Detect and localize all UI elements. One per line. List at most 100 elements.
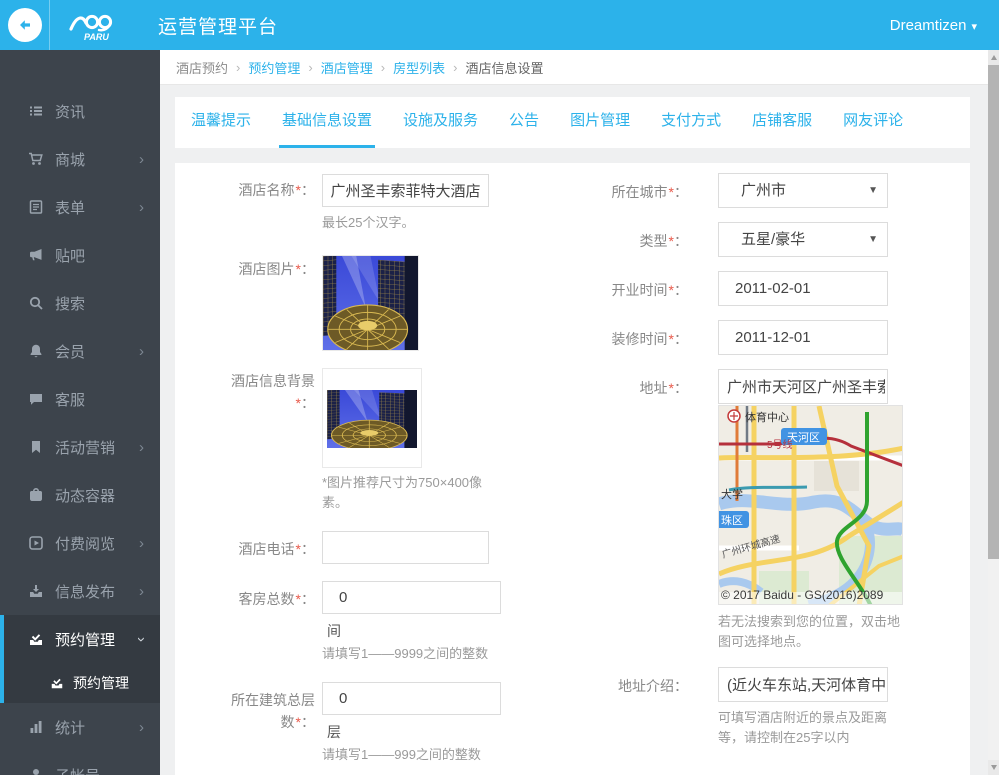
page-scrollbar[interactable] bbox=[988, 50, 999, 775]
address-label: 地址*： bbox=[639, 380, 688, 396]
room-total-unit: 间 bbox=[327, 623, 341, 639]
map-canvas: 体育中心 天河区 5号线 大学 珠区 广州环城高速 bbox=[719, 406, 902, 604]
hotel-photo bbox=[323, 256, 418, 350]
open-date-input[interactable] bbox=[718, 271, 888, 306]
sidebar-item-publish[interactable]: 信息发布 › bbox=[0, 567, 160, 615]
breadcrumb-separator: › bbox=[236, 59, 241, 75]
publish-icon bbox=[30, 585, 42, 597]
floors-hint: 请填写1——999之间的整数 bbox=[322, 747, 481, 762]
tab-bar: 温馨提示 基础信息设置 设施及服务 公告 图片管理 支付方式 店铺客服 网友评论 bbox=[175, 97, 970, 148]
breadcrumb-link-booking-mgmt[interactable]: 预约管理 bbox=[248, 58, 300, 77]
play-icon bbox=[29, 536, 43, 550]
breadcrumb: 酒店预约 › 预约管理 › 酒店管理 › 房型列表 › 酒店信息设置 bbox=[160, 50, 988, 85]
chevron-right-icon: › bbox=[139, 718, 144, 736]
top-header: PARU 运营管理平台 Dreamtizen ▾ bbox=[0, 0, 999, 50]
megaphone-icon bbox=[30, 249, 42, 261]
sidebar-item-forum[interactable]: 贴吧 bbox=[0, 231, 160, 279]
tab-basic-info[interactable]: 基础信息设置 bbox=[279, 97, 376, 148]
floors-label: 所在建筑总层数*： bbox=[231, 692, 315, 730]
chevron-right-icon: › bbox=[139, 534, 144, 552]
chevron-right-icon: › bbox=[139, 582, 144, 600]
container-icon bbox=[30, 488, 42, 501]
select-caret-icon: ▼ bbox=[868, 185, 878, 196]
svg-text:5号线: 5号线 bbox=[767, 438, 793, 451]
breadcrumb-current: 酒店信息设置 bbox=[465, 60, 544, 76]
open-date-label: 开业时间*： bbox=[611, 282, 688, 298]
sidebar-active-group: 预约管理 › 预约管理 bbox=[0, 615, 160, 703]
city-label: 所在城市*： bbox=[611, 184, 688, 200]
breadcrumb-link-hotel-mgmt[interactable]: 酒店管理 bbox=[321, 58, 373, 77]
hotel-name-input[interactable] bbox=[322, 174, 489, 207]
caret-down-icon: ▾ bbox=[971, 20, 977, 33]
sidebar-item-subaccount[interactable]: 子帐号 bbox=[0, 751, 160, 775]
hotel-name-hint: 最长25个汉字。 bbox=[322, 215, 415, 230]
svg-text:大学: 大学 bbox=[721, 487, 743, 501]
breadcrumb-separator: › bbox=[380, 59, 386, 75]
address-intro-label: 地址介绍： bbox=[618, 678, 688, 694]
svg-text:体育中心: 体育中心 bbox=[745, 410, 789, 424]
user-account-menu[interactable]: Dreamtizen ▾ bbox=[890, 17, 977, 34]
sidebar-item-service[interactable]: 客服 bbox=[0, 375, 160, 423]
app-logo: PARU 运营管理平台 bbox=[66, 7, 278, 43]
form-icon bbox=[29, 200, 43, 214]
sidebar-nav: 资讯 商城 › 表单 › 贴吧 搜索 会员 › 客服 活动营销 › 动态容器 付… bbox=[0, 50, 160, 775]
back-arrow-icon bbox=[7, 8, 42, 42]
sidebar-subitem-booking[interactable]: 预约管理 bbox=[4, 663, 160, 703]
hotel-image-thumbnail[interactable] bbox=[322, 255, 419, 351]
stats-icon bbox=[30, 721, 42, 733]
room-total-hint: 请填写1——9999之间的整数 bbox=[322, 646, 489, 661]
address-intro-input[interactable] bbox=[718, 667, 888, 702]
breadcrumb-separator: › bbox=[453, 59, 458, 75]
image-size-hint: *图片推荐尺寸为750×400像素。 bbox=[322, 475, 483, 510]
hotel-name-label: 酒店名称*： bbox=[238, 182, 315, 198]
chat-icon bbox=[30, 394, 42, 405]
sidebar-item-forms[interactable]: 表单 › bbox=[0, 183, 160, 231]
type-label: 类型*： bbox=[639, 233, 688, 249]
sidebar-item-mall[interactable]: 商城 › bbox=[0, 135, 160, 183]
floors-input[interactable] bbox=[322, 682, 501, 715]
chevron-right-icon: › bbox=[139, 438, 144, 456]
address-intro-hint: 可填写酒店附近的景点及距离等，请控制在25字以内 bbox=[718, 710, 888, 745]
booking-icon bbox=[51, 678, 63, 689]
sidebar-item-news[interactable]: 资讯 bbox=[0, 87, 160, 135]
breadcrumb-link-room-list[interactable]: 房型列表 bbox=[393, 58, 445, 77]
tab-store-service[interactable]: 店铺客服 bbox=[749, 97, 815, 148]
hotel-bg-thumbnail[interactable] bbox=[322, 368, 422, 468]
scroll-down-button[interactable] bbox=[988, 760, 999, 775]
sidebar-item-paid-reading[interactable]: 付费阅览 › bbox=[0, 519, 160, 567]
tab-warm-tips[interactable]: 温馨提示 bbox=[188, 97, 254, 148]
baidu-map[interactable]: 体育中心 天河区 5号线 大学 珠区 广州环城高速 © 2017 Baidu -… bbox=[718, 405, 903, 605]
sidebar-item-search[interactable]: 搜索 bbox=[0, 279, 160, 327]
tab-image-mgmt[interactable]: 图片管理 bbox=[567, 97, 633, 148]
tab-facilities[interactable]: 设施及服务 bbox=[400, 97, 481, 148]
basic-info-form: 酒店名称*： 最长25个汉字。 酒店图片*： 酒店信息背景*： *图片推荐尺寸为… bbox=[175, 163, 970, 775]
hotel-phone-input[interactable] bbox=[322, 531, 489, 564]
address-input[interactable] bbox=[718, 369, 888, 404]
city-select[interactable]: 广州市 ▼ bbox=[718, 173, 888, 208]
room-total-input[interactable] bbox=[322, 581, 501, 614]
tab-payment[interactable]: 支付方式 bbox=[658, 97, 724, 148]
apppark-logo-icon: PARU bbox=[69, 14, 113, 42]
svg-text:PARU: PARU bbox=[84, 32, 109, 42]
hotel-image-label: 酒店图片*： bbox=[238, 261, 315, 277]
select-caret-icon: ▼ bbox=[868, 234, 878, 245]
renovate-date-input[interactable] bbox=[718, 320, 888, 355]
list-icon bbox=[30, 106, 42, 116]
tab-reviews[interactable]: 网友评论 bbox=[840, 97, 906, 148]
cart-icon bbox=[29, 152, 43, 165]
chevron-down-icon: › bbox=[133, 636, 150, 642]
svg-text:珠区: 珠区 bbox=[721, 513, 743, 527]
sidebar-item-container[interactable]: 动态容器 bbox=[0, 471, 160, 519]
type-select[interactable]: 五星/豪华 ▼ bbox=[718, 222, 888, 257]
scroll-up-button[interactable] bbox=[988, 50, 999, 65]
sidebar-item-marketing[interactable]: 活动营销 › bbox=[0, 423, 160, 471]
tab-announcement[interactable]: 公告 bbox=[506, 97, 542, 148]
sidebar-item-stats[interactable]: 统计 › bbox=[0, 703, 160, 751]
scrollbar-thumb[interactable] bbox=[988, 65, 999, 559]
chevron-right-icon: › bbox=[139, 198, 144, 216]
sidebar-item-booking[interactable]: 预约管理 › bbox=[4, 615, 160, 663]
back-button[interactable] bbox=[0, 0, 50, 50]
map-hint: 若无法搜索到您的位置，双击地图可选择地点。 bbox=[718, 614, 901, 649]
sidebar-item-members[interactable]: 会员 › bbox=[0, 327, 160, 375]
booking-icon bbox=[30, 634, 42, 645]
